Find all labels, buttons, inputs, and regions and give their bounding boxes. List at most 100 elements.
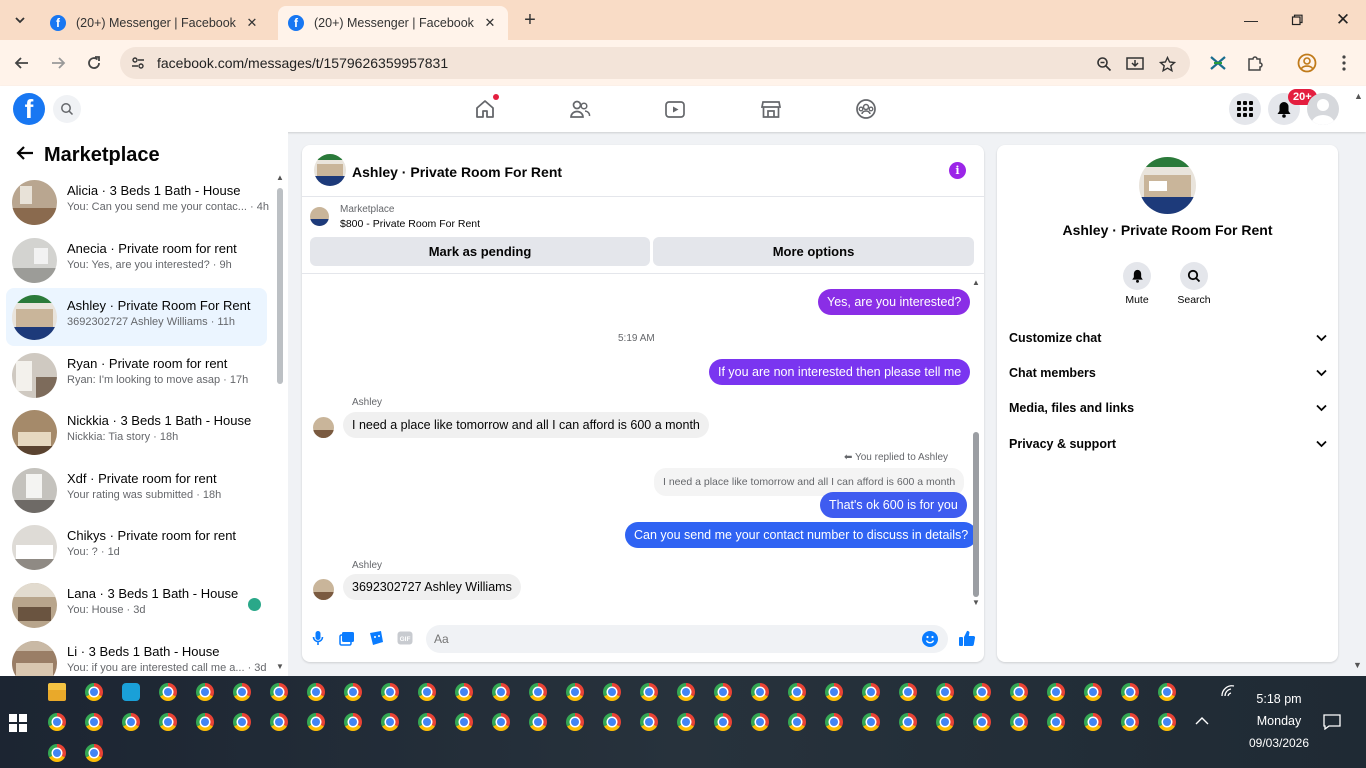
forward-icon[interactable] [46, 51, 70, 75]
chrome-window-icon[interactable] [862, 683, 880, 701]
chrome-window-icon[interactable] [936, 713, 954, 731]
clock-date[interactable]: 09/03/2026 [1236, 736, 1322, 750]
info-icon[interactable]: i [949, 162, 966, 179]
incoming-message[interactable]: 3692302727 Ashley Williams [343, 574, 521, 600]
chrome-window-icon[interactable] [825, 713, 843, 731]
chrome-window-icon[interactable] [1010, 713, 1028, 731]
watch-icon[interactable] [663, 97, 687, 121]
page-scroll-down-icon[interactable]: ▼ [1353, 660, 1362, 670]
chat-item[interactable]: Anecia · Private room for rent You: Yes,… [6, 231, 267, 289]
mute-button[interactable]: Mute [1107, 262, 1167, 306]
photo-icon[interactable] [338, 629, 356, 647]
menu-icon[interactable] [1334, 53, 1354, 73]
tab-search-icon[interactable] [8, 8, 32, 32]
chrome-window-icon[interactable] [714, 713, 732, 731]
chrome-window-icon[interactable] [418, 713, 436, 731]
chrome-window-icon[interactable] [788, 683, 806, 701]
chrome-window-icon[interactable] [714, 683, 732, 701]
search-icon[interactable] [1180, 262, 1208, 290]
customize-chat-row[interactable]: Customize chat [1009, 326, 1327, 350]
chrome-window-icon[interactable] [677, 683, 695, 701]
gif-icon[interactable]: GIF [396, 629, 414, 647]
chrome-window-icon[interactable] [1121, 713, 1139, 731]
page-scroll-up-icon[interactable]: ▲ [1354, 91, 1363, 101]
outgoing-message[interactable]: That's ok 600 is for you [820, 492, 967, 518]
chrome-window-icon[interactable] [899, 683, 917, 701]
sender-avatar[interactable] [313, 417, 334, 438]
chrome-window-icon[interactable] [677, 713, 695, 731]
clock-day[interactable]: Monday [1240, 714, 1318, 728]
outgoing-message[interactable]: If you are non interested then please te… [709, 359, 971, 385]
minimize-icon[interactable]: — [1228, 0, 1274, 40]
chrome-window-icon[interactable] [640, 713, 658, 731]
address-bar[interactable]: facebook.com/messages/t/1579626359957831 [120, 47, 1190, 79]
scrollbar-thumb[interactable] [973, 432, 979, 597]
chrome-window-icon[interactable] [159, 683, 177, 701]
chrome-window-icon[interactable] [270, 713, 288, 731]
notification-center-icon[interactable] [1323, 714, 1341, 733]
chat-item[interactable]: Lana · 3 Beds 1 Bath - House You: House … [6, 576, 267, 634]
chrome-icon[interactable] [85, 683, 103, 701]
chat-info-avatar[interactable] [1139, 157, 1196, 214]
close-tab-icon[interactable]: ✕ [482, 15, 498, 31]
sender-avatar[interactable] [313, 579, 334, 600]
chrome-window-icon[interactable] [1047, 683, 1065, 701]
chrome-window-icon[interactable] [307, 683, 325, 701]
chrome-window-icon[interactable] [196, 683, 214, 701]
message-input-container[interactable] [426, 625, 948, 653]
media-files-links-row[interactable]: Media, files and links [1009, 396, 1327, 420]
maximize-icon[interactable] [1274, 0, 1320, 40]
chrome-window-icon[interactable] [1084, 683, 1102, 701]
chrome-window-icon[interactable] [455, 713, 473, 731]
chat-item-selected[interactable]: Ashley · Private Room For Rent 369230272… [6, 288, 267, 346]
back-icon[interactable] [10, 51, 34, 75]
emoji-icon[interactable] [922, 631, 938, 647]
url-text[interactable]: facebook.com/messages/t/1579626359957831 [157, 55, 448, 71]
chrome-window-icon[interactable] [788, 713, 806, 731]
chrome-window-icon[interactable] [936, 683, 954, 701]
account-avatar[interactable] [1307, 93, 1339, 125]
scroll-up-icon[interactable]: ▲ [276, 173, 284, 182]
chrome-window-icon[interactable] [492, 683, 510, 701]
chat-item[interactable]: Chikys · Private room for rent You: ? · … [6, 518, 267, 576]
chat-item[interactable]: Ryan · Private room for rent Ryan: I'm l… [6, 346, 267, 404]
chrome-window-icon[interactable] [381, 713, 399, 731]
chrome-window-icon[interactable] [270, 683, 288, 701]
chat-members-row[interactable]: Chat members [1009, 361, 1327, 385]
chrome-window-icon[interactable] [825, 683, 843, 701]
chrome-window-icon[interactable] [344, 683, 362, 701]
chrome-window-icon[interactable] [492, 713, 510, 731]
chrome-window-icon[interactable] [973, 713, 991, 731]
scroll-down-icon[interactable]: ▼ [276, 662, 284, 671]
browser-tab-active[interactable]: f (20+) Messenger | Facebook ✕ [278, 6, 508, 40]
message-input[interactable] [434, 629, 914, 649]
profile-icon[interactable] [1297, 53, 1317, 73]
chrome-window-icon[interactable] [603, 683, 621, 701]
chrome-window-icon[interactable] [344, 713, 362, 731]
chrome-window-icon[interactable] [1047, 713, 1065, 731]
bookmark-star-icon[interactable] [1158, 55, 1176, 73]
chrome-window-icon[interactable] [307, 713, 325, 731]
chrome-window-icon[interactable] [529, 713, 547, 731]
install-icon[interactable] [1126, 55, 1144, 73]
back-arrow-icon[interactable] [16, 144, 34, 167]
close-tab-icon[interactable]: ✕ [244, 15, 260, 31]
chrome-window-icon[interactable] [233, 713, 251, 731]
friends-icon[interactable] [568, 97, 592, 121]
chrome-window-icon[interactable] [233, 683, 251, 701]
app-icon[interactable] [122, 683, 140, 701]
conversation-avatar[interactable] [314, 154, 346, 186]
privacy-support-row[interactable]: Privacy & support [1009, 432, 1327, 456]
chrome-window-icon[interactable] [455, 683, 473, 701]
groups-icon[interactable] [854, 97, 878, 121]
marketplace-icon[interactable] [759, 97, 783, 121]
chrome-window-icon[interactable] [1084, 713, 1102, 731]
extension-icon[interactable] [1208, 53, 1228, 73]
facebook-logo-icon[interactable]: f [13, 93, 45, 125]
scrollbar-thumb[interactable] [277, 188, 283, 384]
chrome-window-icon[interactable] [1121, 683, 1139, 701]
more-options-button[interactable]: More options [653, 237, 974, 266]
network-icon[interactable] [1220, 684, 1236, 701]
conversation-title[interactable]: Ashley · Private Room For Rent [352, 164, 562, 180]
clock-time[interactable]: 5:18 pm [1240, 692, 1318, 706]
